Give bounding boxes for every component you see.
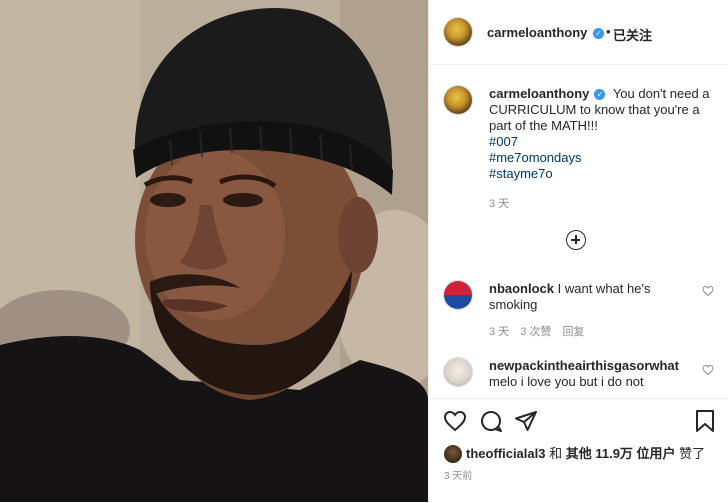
share-icon[interactable] (514, 409, 538, 433)
caption-time: 3 天 (489, 198, 510, 210)
commenter-username[interactable]: newpackintheairthisgasorwhat (489, 358, 679, 373)
verified-badge-icon: ✓ (593, 28, 604, 39)
header-separator: • (606, 24, 611, 39)
author-username[interactable]: carmeloanthony (487, 25, 587, 40)
post-actions: theofficialal3 和 其他 11.9万 位用户 赞了 3 天前 (429, 398, 728, 503)
liker-avatar (444, 445, 462, 463)
likes-summary: theofficialal3 和 其他 11.9万 位用户 赞了 (444, 443, 705, 463)
comment-text-block: newpackintheairthisgasorwhat melo i love… (489, 358, 694, 390)
commenter-avatar[interactable] (444, 358, 472, 386)
heart-icon[interactable] (702, 364, 714, 376)
liker-username[interactable]: theofficialal3 (466, 446, 545, 461)
caption-avatar[interactable] (444, 86, 472, 114)
reply-button[interactable]: 回复 (563, 326, 585, 338)
heart-icon[interactable] (702, 285, 714, 297)
likes-suffix: 赞了 (679, 446, 706, 461)
comment-meta: 3 天 3 次赞 回复 (489, 323, 593, 339)
hashtag-link[interactable]: #stayme7o (489, 166, 714, 182)
comment-body: melo i love you but i do not (489, 374, 644, 389)
others-likes-link[interactable]: 其他 11.9万 位用户 (566, 446, 676, 461)
comment-text-block: nbaonlock I want what he's smoking (489, 281, 694, 313)
verified-badge-icon: ✓ (594, 89, 606, 100)
likes-connector: 和 (549, 446, 563, 461)
post-photo[interactable] (0, 0, 428, 502)
post-side-panel: carmeloanthony ✓ • 已关注 carmeloanthony ✓ Y… (428, 0, 728, 503)
comment-time: 3 天 (489, 326, 510, 338)
post-timestamp: 3 天前 (444, 471, 473, 482)
caption-username[interactable]: carmeloanthony (489, 86, 589, 101)
hashtag-link[interactable]: #007 (489, 134, 714, 150)
author-avatar[interactable] (444, 18, 472, 46)
comment-icon[interactable] (479, 409, 503, 433)
post-photo-illustration (0, 0, 428, 502)
hashtag-link[interactable]: #me7omondays (489, 150, 714, 166)
following-button[interactable]: 已关注 (613, 25, 652, 44)
heart-icon[interactable] (443, 409, 467, 433)
caption-text-block: carmeloanthony ✓ You don't need a CURRICU… (489, 86, 714, 182)
commenter-username[interactable]: nbaonlock (489, 281, 554, 296)
commenter-avatar[interactable] (444, 281, 472, 309)
plus-circle-icon[interactable] (566, 230, 586, 250)
comment-likes[interactable]: 3 次赞 (520, 326, 551, 338)
bookmark-icon[interactable] (693, 409, 717, 433)
post-header: carmeloanthony ✓ • 已关注 (429, 0, 728, 65)
